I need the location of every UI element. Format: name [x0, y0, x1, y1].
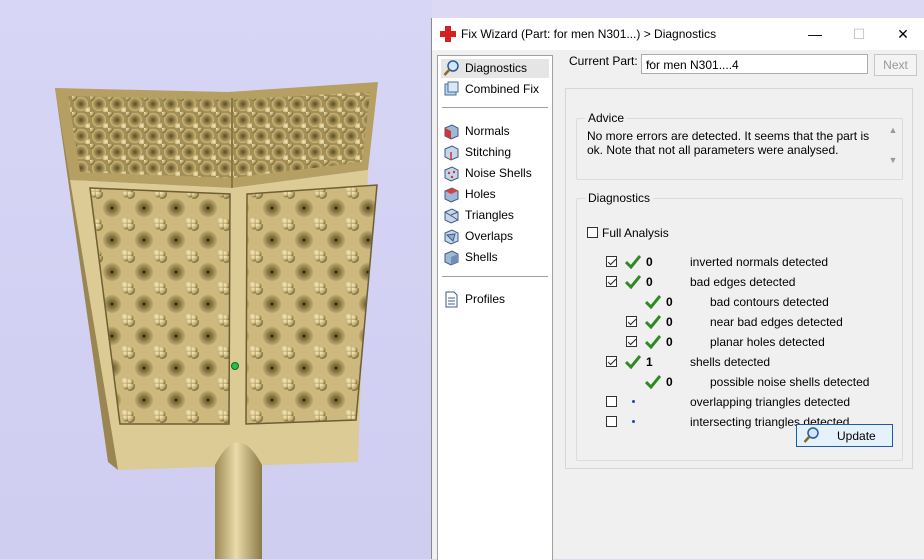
- shells-checkbox[interactable]: [606, 356, 617, 367]
- sidebar-item-triangles[interactable]: Triangles: [441, 206, 549, 225]
- intersecting-triangles-checkbox[interactable]: [606, 416, 617, 427]
- stitching-cube-icon: [444, 145, 459, 161]
- full-analysis-label: Full Analysis: [602, 226, 669, 240]
- maximize-button[interactable]: ☐: [837, 20, 881, 48]
- window-title: Fix Wizard (Part: for men N301...) > Dia…: [461, 27, 717, 41]
- sidebar-item-label: Noise Shells: [465, 166, 532, 180]
- bad-edges-checkbox[interactable]: [606, 276, 617, 287]
- sidebar-item-label: Holes: [465, 187, 496, 201]
- sidebar-item-normals[interactable]: Normals: [441, 122, 549, 141]
- overlaps-cube-icon: [444, 229, 459, 245]
- sidebar-item-label: Shells: [465, 250, 498, 264]
- close-button[interactable]: ✕: [881, 20, 924, 48]
- sidebar-divider: [442, 107, 548, 108]
- next-button[interactable]: Next: [874, 54, 917, 76]
- sidebar-item-overlaps[interactable]: Overlaps: [441, 227, 549, 246]
- sidebar-item-label: Overlaps: [465, 229, 514, 243]
- sidebar-item-label: Diagnostics: [465, 61, 528, 75]
- current-part-dropdown[interactable]: for men N301....4 ⌵: [641, 54, 868, 74]
- sidebar-item-noise-shells[interactable]: Noise Shells: [441, 164, 549, 183]
- advice-group: Advice No more errors are detected. It s…: [576, 111, 903, 180]
- green-check-icon: [645, 375, 661, 390]
- update-button-label: Update: [837, 429, 876, 443]
- advice-scrollbar[interactable]: ▲ ▼: [886, 125, 900, 171]
- sidebar-item-combined-fix[interactable]: Combined Fix: [441, 80, 549, 99]
- noise-shells-icon: [444, 166, 459, 182]
- bad-edges-count: 0: [646, 275, 653, 289]
- noise-shells-label: possible noise shells detected: [710, 375, 870, 389]
- overlapping-triangles-checkbox[interactable]: [606, 396, 617, 407]
- shells-cube-icon: [444, 250, 459, 266]
- planar-holes-checkbox[interactable]: [626, 336, 637, 347]
- sidebar-item-label: Combined Fix: [465, 82, 540, 96]
- planar-holes-label: planar holes detected: [710, 335, 825, 349]
- sidebar-item-label: Normals: [465, 124, 510, 138]
- sidebar-item-diagnostics[interactable]: Diagnostics: [441, 59, 549, 78]
- title-bar: Fix Wizard (Part: for men N301...) > Dia…: [432, 18, 924, 50]
- chevron-down-icon: ⌵: [646, 57, 654, 68]
- noise-shells-count: 0: [666, 375, 673, 389]
- inverted-normals-count: 0: [646, 255, 653, 269]
- status-dot-icon: [632, 420, 635, 423]
- scroll-up-icon[interactable]: ▲: [886, 125, 900, 135]
- near-bad-edges-label: near bad edges detected: [710, 315, 843, 329]
- sidebar-item-profiles[interactable]: Profiles: [441, 290, 549, 309]
- sidebar-divider: [442, 276, 548, 277]
- profiles-document-icon: [445, 291, 458, 308]
- inverted-normals-checkbox[interactable]: [606, 256, 617, 267]
- near-bad-edges-checkbox[interactable]: [626, 316, 637, 327]
- full-analysis-checkbox[interactable]: [587, 227, 598, 238]
- sidebar-item-label: Profiles: [465, 292, 506, 306]
- combined-fix-icon: [444, 81, 459, 96]
- green-check-icon: [625, 355, 641, 370]
- advice-text: No more errors are detected. It seems th…: [587, 129, 870, 157]
- bad-contours-label: bad contours detected: [710, 295, 829, 309]
- diagnostics-title: Diagnostics: [585, 191, 654, 205]
- update-button[interactable]: Update: [796, 424, 893, 447]
- status-dot-icon: [632, 400, 635, 403]
- green-check-icon: [645, 335, 661, 350]
- planar-holes-count: 0: [666, 335, 673, 349]
- advice-title: Advice: [585, 111, 628, 125]
- green-check-icon: [625, 275, 641, 290]
- diagnostics-group: Diagnostics Full Analysis 0 inverted nor…: [576, 191, 903, 461]
- 3d-model-part[interactable]: [0, 0, 432, 559]
- holes-cube-icon: [444, 187, 459, 203]
- magnifier-icon: [443, 60, 459, 76]
- sidebar-item-holes[interactable]: Holes: [441, 185, 549, 204]
- red-cross-icon: [440, 26, 456, 42]
- minimize-button[interactable]: —: [793, 20, 837, 48]
- inverted-normals-label: inverted normals detected: [690, 255, 829, 269]
- green-check-icon: [625, 255, 641, 270]
- green-check-icon: [645, 295, 661, 310]
- 3d-viewport[interactable]: [0, 0, 432, 559]
- sidebar-item-label: Triangles: [465, 208, 514, 222]
- fix-wizard-window: Fix Wizard (Part: for men N301...) > Dia…: [431, 18, 924, 560]
- green-check-icon: [645, 315, 661, 330]
- triangles-cube-icon: [444, 208, 459, 224]
- bad-contours-count: 0: [666, 295, 673, 309]
- sidebar-item-stitching[interactable]: Stitching: [441, 143, 549, 162]
- near-bad-edges-count: 0: [666, 315, 673, 329]
- overlapping-triangles-label: overlapping triangles detected: [690, 395, 851, 409]
- wizard-sidebar: Diagnostics Combined Fix Normals Stitchi…: [437, 55, 553, 560]
- shells-count: 1: [646, 355, 653, 369]
- bad-edges-label: bad edges detected: [690, 275, 796, 289]
- shells-label: shells detected: [690, 355, 771, 369]
- current-part-label: Current Part:: [569, 54, 638, 68]
- scroll-down-icon[interactable]: ▼: [886, 155, 900, 165]
- magnifier-icon: [803, 427, 819, 443]
- sidebar-item-shells[interactable]: Shells: [441, 248, 549, 267]
- normals-cube-icon: [444, 124, 459, 140]
- sidebar-item-label: Stitching: [465, 145, 512, 159]
